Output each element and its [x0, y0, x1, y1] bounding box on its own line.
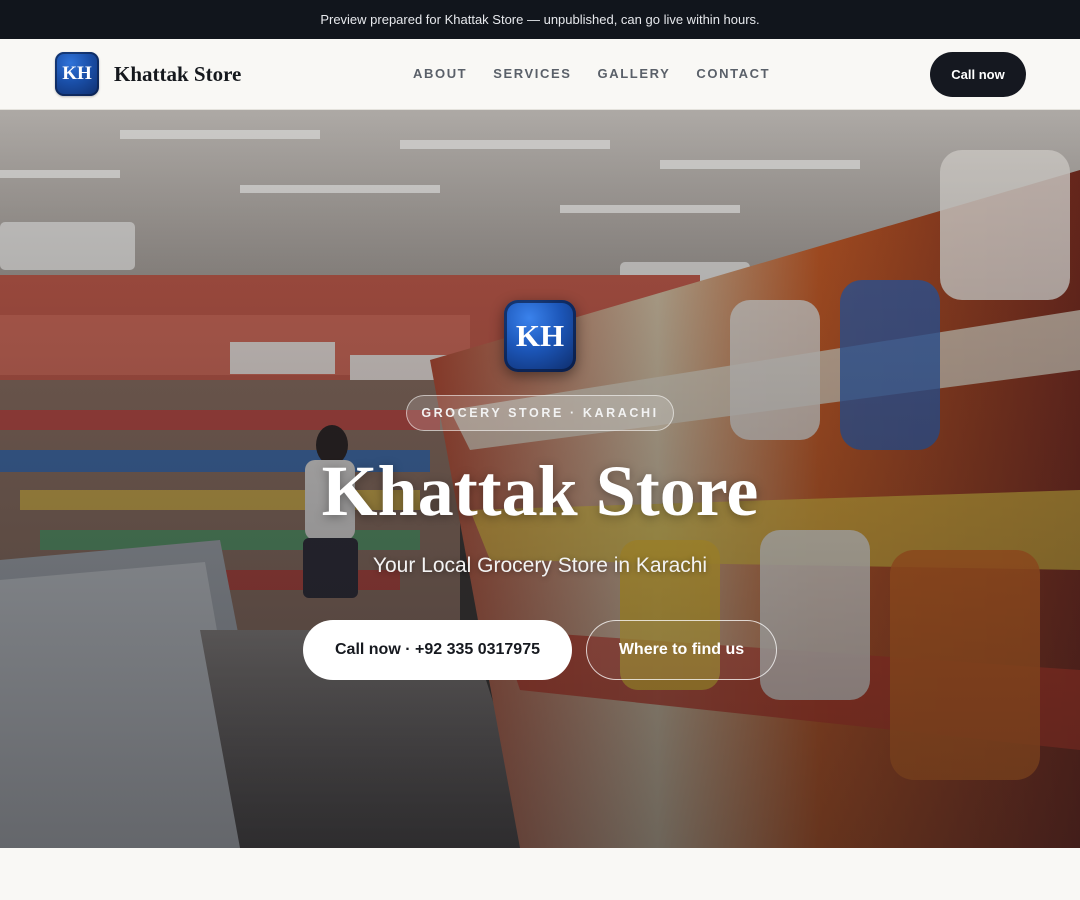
site-header: KH Khattak Store ABOUT SERVICES GALLERY … [0, 39, 1080, 110]
nav-link-about[interactable]: ABOUT [413, 66, 467, 81]
nav-link-contact[interactable]: CONTACT [696, 66, 770, 81]
brand-name: Khattak Store [114, 61, 242, 86]
announcement-bar: Preview prepared for Khattak Store — unp… [0, 0, 1080, 39]
hero-subtitle: Your Local Grocery Store in Karachi [372, 554, 708, 577]
hero-title: Khattak Store [321, 451, 759, 531]
hero-logo-icon: KH [504, 300, 576, 372]
main-nav: ABOUT SERVICES GALLERY CONTACT [413, 66, 796, 81]
nav-link-services[interactable]: SERVICES [493, 66, 571, 81]
hero-directions-button[interactable]: Where to find us [586, 620, 777, 680]
hero-section: KH GROCERY STORE · KARACHI Khattak Store… [0, 110, 1080, 848]
hero-category-chip: GROCERY STORE · KARACHI [406, 395, 674, 431]
nav-link-gallery[interactable]: GALLERY [598, 66, 671, 81]
announcement-text: Preview prepared for Khattak Store — unp… [320, 12, 760, 27]
hero-call-button[interactable]: Call now · +92 335 0317975 [303, 620, 572, 680]
brand-home-link[interactable]: KH Khattak Store [55, 52, 241, 96]
header-call-button[interactable]: Call now [930, 52, 1026, 97]
brand-logo-icon: KH [55, 52, 99, 96]
